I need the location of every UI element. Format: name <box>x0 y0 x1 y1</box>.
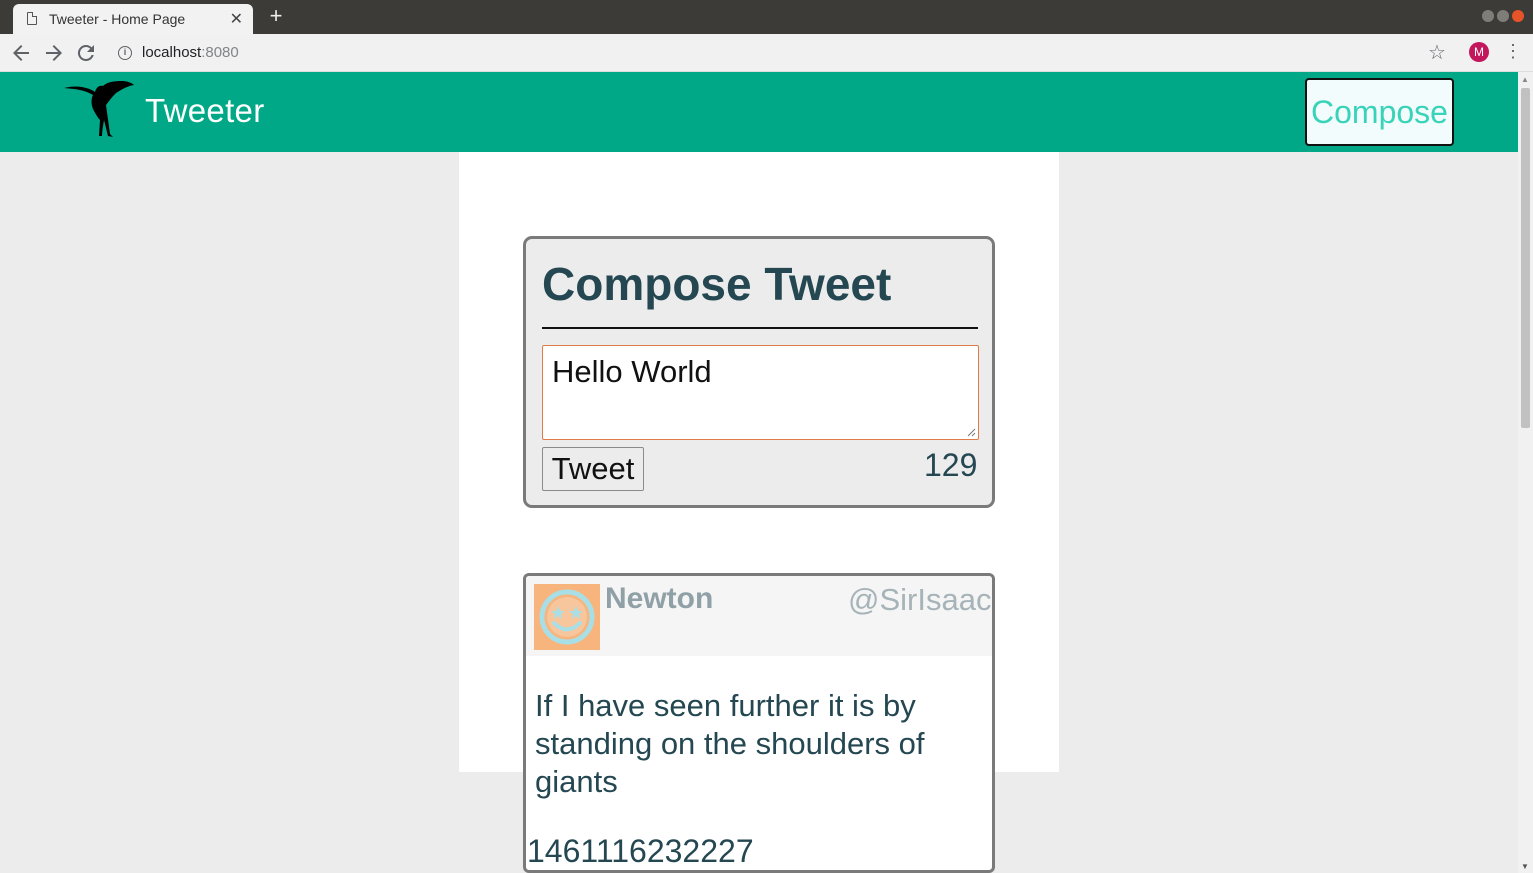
tweet-card: Newton @SirIsaac If I have seen further … <box>523 573 995 873</box>
tweet-timestamp: 1461116232227 <box>527 833 754 869</box>
page-viewport: Tweeter Compose Compose Tweet Hello Worl… <box>0 72 1518 873</box>
compose-title: Compose Tweet <box>542 258 892 310</box>
compose-button[interactable]: Compose <box>1305 78 1454 146</box>
browser-tab-bar: Tweeter - Home Page ✕ + <box>0 0 1533 34</box>
tweet-header: Newton @SirIsaac <box>526 576 992 656</box>
browser-menu-icon[interactable]: ⋮ <box>1504 41 1522 62</box>
tweet-author: Newton <box>605 582 714 615</box>
back-arrow-icon[interactable] <box>9 41 33 65</box>
minimize-button[interactable] <box>1482 10 1494 22</box>
scroll-down-icon[interactable]: ▼ <box>1521 862 1529 871</box>
tweet-text: If I have seen further it is by standing… <box>535 688 925 799</box>
tab-title: Tweeter - Home Page <box>49 11 186 27</box>
address-bar: i localhost:8080 ☆ M ⋮ <box>0 34 1533 72</box>
brand-name[interactable]: Tweeter <box>145 92 265 130</box>
forward-arrow-icon[interactable] <box>42 41 66 65</box>
maximize-button[interactable] <box>1497 10 1509 22</box>
bookmark-star-icon[interactable]: ☆ <box>1428 40 1446 65</box>
char-counter: 129 <box>924 447 978 483</box>
url-port: :8080 <box>201 44 239 61</box>
tweet-handle: @SirIsaac <box>848 582 992 617</box>
url-field[interactable]: localhost:8080 <box>142 44 239 61</box>
browser-tab[interactable]: Tweeter - Home Page ✕ <box>13 4 253 34</box>
page-icon <box>27 11 38 25</box>
tweet-button[interactable]: Tweet <box>542 447 644 491</box>
url-host: localhost <box>142 44 202 61</box>
top-nav: Tweeter Compose <box>0 72 1518 152</box>
resize-grip-icon[interactable] <box>966 427 976 437</box>
profile-avatar[interactable]: M <box>1469 42 1489 62</box>
site-info-icon[interactable]: i <box>118 46 132 60</box>
smiley-star-eyes-icon <box>539 589 595 645</box>
scroll-up-icon[interactable]: ▲ <box>1521 75 1529 84</box>
close-window-button[interactable] <box>1512 10 1524 22</box>
scrollbar-thumb[interactable] <box>1521 88 1530 428</box>
reload-icon[interactable] <box>74 41 98 65</box>
tweet-textarea[interactable]: Hello World <box>542 345 979 440</box>
tab-close-icon[interactable]: ✕ <box>230 9 243 29</box>
page-scrollbar[interactable]: ▲ ▼ <box>1518 72 1533 873</box>
window-controls <box>1482 10 1524 22</box>
compose-tweet-box: Compose Tweet Hello World Tweet 129 <box>523 236 995 508</box>
hummingbird-logo <box>64 81 134 137</box>
new-tab-button[interactable]: + <box>265 4 287 28</box>
compose-divider <box>542 327 978 329</box>
avatar <box>534 584 600 650</box>
